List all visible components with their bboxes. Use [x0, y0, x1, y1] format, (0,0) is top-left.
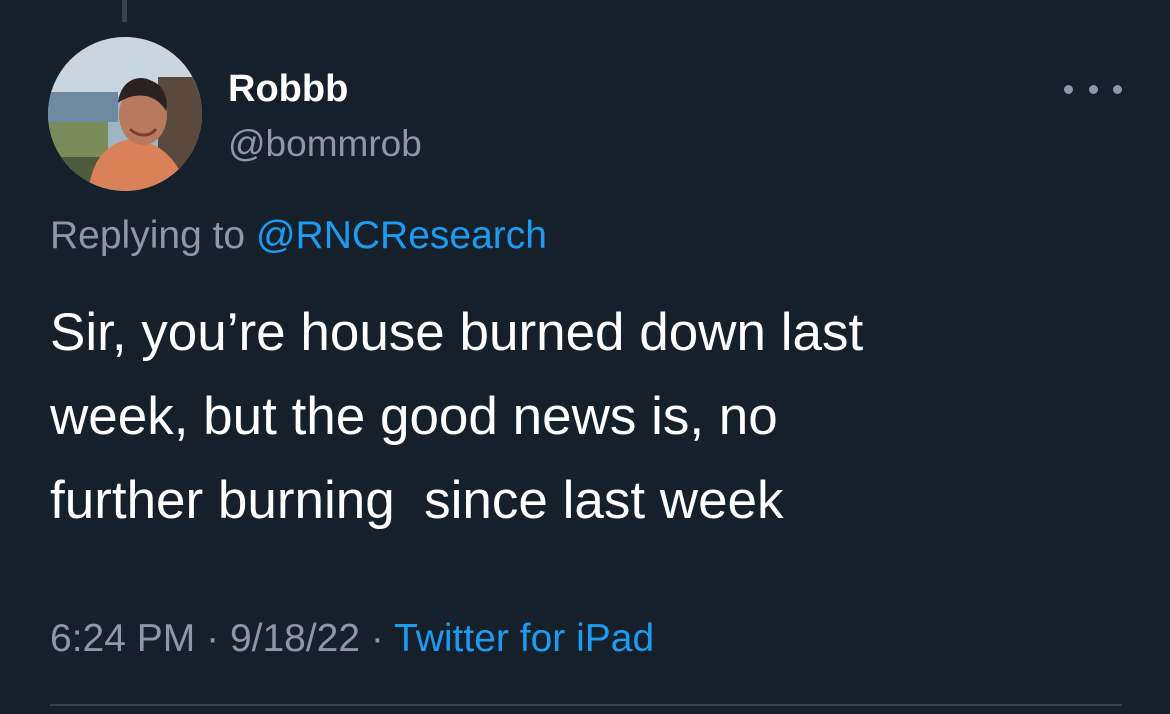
author-handle[interactable]: @bommrob	[228, 121, 422, 167]
thread-connector-line	[122, 0, 127, 22]
more-horizontal-icon	[1088, 84, 1098, 94]
more-options-button[interactable]	[1064, 72, 1122, 106]
tweet-text-line: week, but the good news is, no	[50, 387, 778, 446]
tweet-text-line: further burning since last week	[50, 471, 784, 530]
avatar-image	[48, 37, 202, 191]
author-display-name[interactable]: Robbb	[228, 66, 348, 112]
meta-separator: ·	[370, 617, 384, 660]
tweet-metadata: 6:24 PM · 9/18/22 · Twitter for iPad	[50, 614, 654, 664]
tweet-text: Sir, you’re house burned down last week,…	[50, 291, 1130, 543]
reply-context: Replying to @RNCResearch	[50, 211, 547, 261]
divider	[50, 704, 1122, 706]
avatar[interactable]	[48, 37, 202, 191]
meta-separator: ·	[206, 617, 220, 660]
more-horizontal-icon	[1064, 84, 1073, 94]
tweet-text-line: Sir, you’re house burned down last	[50, 303, 864, 362]
reply-context-prefix: Replying to	[50, 214, 246, 257]
tweet-time[interactable]: 6:24 PM	[50, 617, 195, 660]
reply-mention-link[interactable]: @RNCResearch	[256, 214, 547, 257]
tweet-source-link[interactable]: Twitter for iPad	[394, 617, 654, 660]
more-horizontal-icon	[1113, 84, 1122, 94]
tweet-date[interactable]: 9/18/22	[230, 617, 360, 660]
